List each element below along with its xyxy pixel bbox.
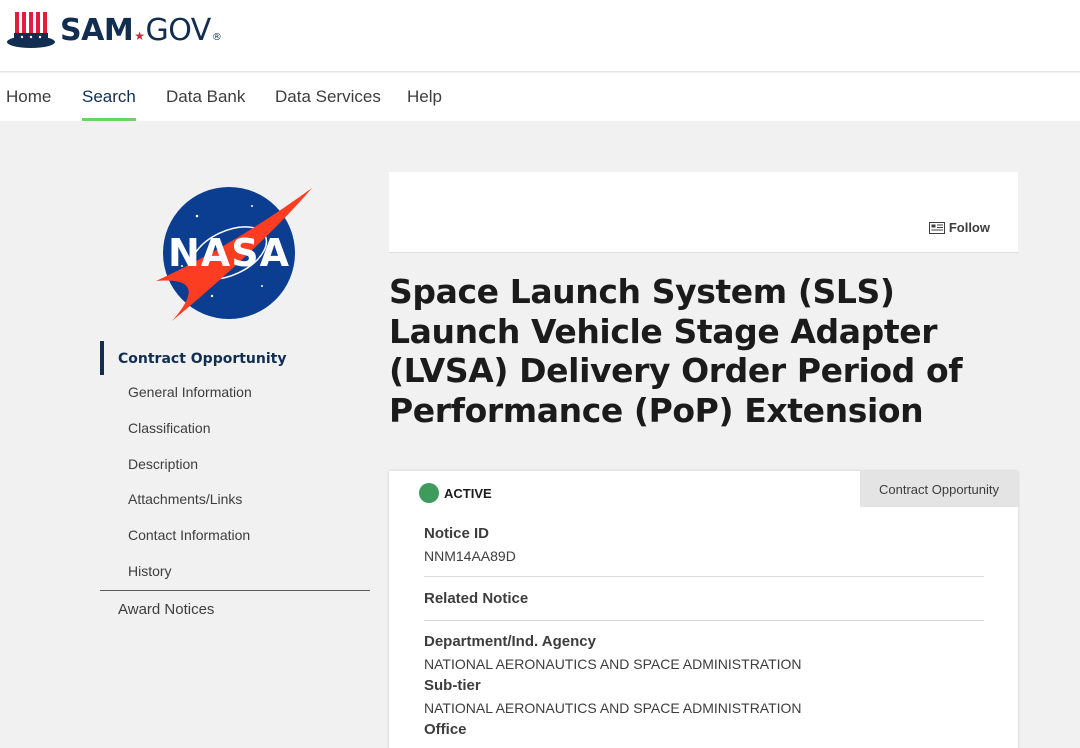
nav-data-bank[interactable]: Data Bank	[166, 87, 245, 121]
sidenav-classification[interactable]: Classification	[100, 411, 370, 447]
nav-data-services[interactable]: Data Services	[275, 87, 381, 121]
sam-gov-logo[interactable]: SAM ★ GOV ®	[6, 10, 222, 50]
newspaper-icon	[928, 221, 945, 234]
sidenav-description[interactable]: Description	[100, 447, 370, 483]
follow-button[interactable]: Follow	[928, 220, 990, 235]
notice-detail-card: ACTIVE Contract Opportunity Notice ID NN…	[389, 471, 1018, 748]
sidenav-award-notices[interactable]: Award Notices	[100, 591, 370, 618]
notice-id-label: Notice ID	[424, 525, 490, 542]
office-label: Office	[424, 721, 467, 738]
subtier-label: Sub-tier	[424, 677, 481, 694]
sidenav-attachments-links[interactable]: Attachments/Links	[100, 482, 370, 518]
nav-search[interactable]: Search	[82, 87, 136, 121]
follow-card: Follow	[389, 172, 1018, 253]
brand-name-rest: GOV	[145, 12, 211, 48]
field-divider	[424, 576, 984, 577]
status-dot-icon	[419, 483, 439, 503]
sidenav-contract-opportunity[interactable]: Contract Opportunity	[100, 341, 370, 375]
brand-name-bold: SAM	[60, 12, 134, 48]
notice-id-value: NNM14AA89D	[424, 548, 516, 564]
main-nav: Home Search Data Bank Data Services Help	[0, 73, 1080, 121]
field-divider	[424, 620, 984, 621]
uncle-sam-hat-icon	[7, 12, 55, 48]
related-notice-label: Related Notice	[424, 590, 529, 607]
top-bar: SAM ★ GOV ®	[0, 0, 1080, 72]
notice-type-tab: Contract Opportunity	[860, 471, 1018, 507]
registered-mark: ®	[211, 31, 222, 43]
status-badge: ACTIVE	[419, 483, 492, 503]
status-label: ACTIVE	[444, 485, 492, 501]
sidenav-general-information[interactable]: General Information	[100, 375, 370, 411]
subtier-value: NATIONAL AERONAUTICS AND SPACE ADMINISTR…	[424, 700, 802, 716]
page-title: Space Launch System (SLS) Launch Vehicle…	[389, 272, 963, 430]
nav-help[interactable]: Help	[407, 87, 442, 121]
follow-label: Follow	[948, 220, 990, 235]
sidenav-contact-information[interactable]: Contact Information	[100, 518, 370, 554]
department-label: Department/Ind. Agency	[424, 633, 596, 650]
star-icon: ★	[134, 28, 145, 43]
sidenav-history[interactable]: History	[100, 554, 370, 590]
nav-home[interactable]: Home	[6, 87, 51, 121]
nasa-logo-text: NASA	[168, 231, 290, 275]
side-nav: Contract Opportunity General Information…	[100, 341, 370, 618]
nasa-logo: NASA	[156, 187, 312, 321]
department-value: NATIONAL AERONAUTICS AND SPACE ADMINISTR…	[424, 656, 802, 672]
